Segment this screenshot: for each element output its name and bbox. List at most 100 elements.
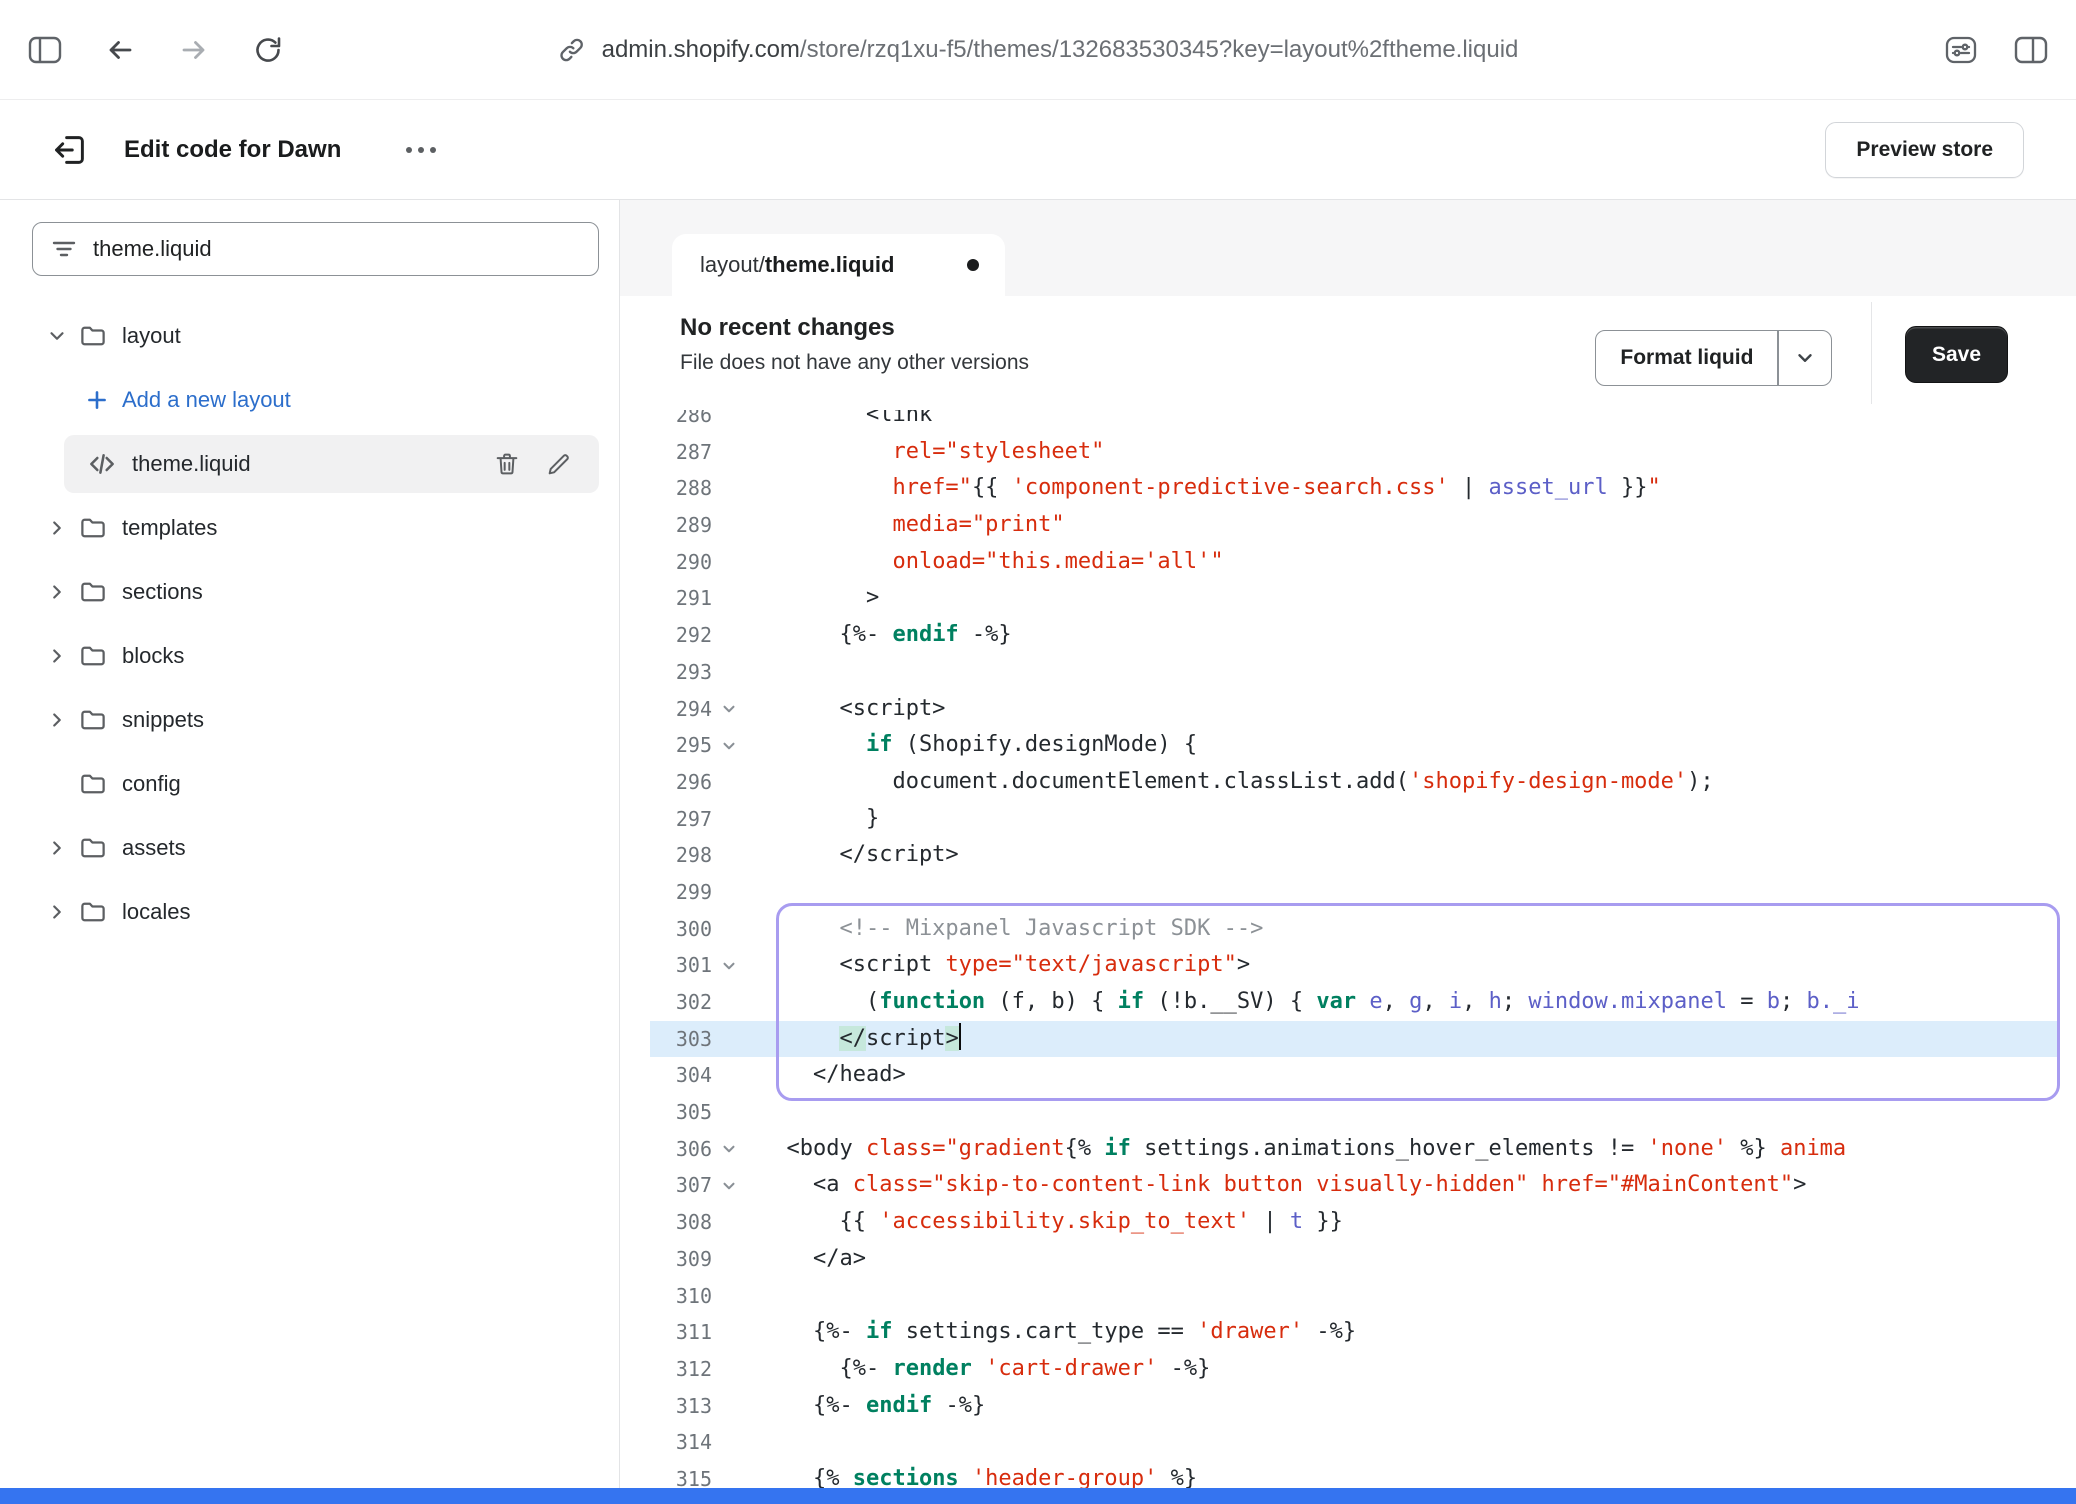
forward-icon[interactable] [178,34,210,66]
code-line[interactable]: 311 {%- if settings.cart_type == 'drawer… [620,1314,2076,1351]
code-line[interactable]: 302 (function (f, b) { if (!b.__SV) { va… [620,984,2076,1021]
fold-chevron-icon[interactable] [712,947,760,984]
fold-gutter [712,911,760,948]
fold-gutter [712,654,760,691]
code-text: <a class="skip-to-content-link button vi… [760,1167,1806,1204]
sidebar-item-layout[interactable]: layout [0,304,619,368]
edit-file-icon[interactable] [545,450,573,478]
code-line[interactable]: 310 [620,1278,2076,1315]
code-line[interactable]: 304 </head> [620,1057,2076,1094]
file-search[interactable] [32,222,599,276]
editor-main: layout/theme.liquid No recent changes Fi… [620,200,2076,1488]
code-line[interactable]: 297 } [620,801,2076,838]
preview-store-button[interactable]: Preview store [1825,122,2024,178]
file-tree: layoutAdd a new layouttheme.liquidtempla… [0,276,619,944]
fold-chevron-icon[interactable] [712,1131,760,1168]
reload-icon[interactable] [252,34,284,66]
address-bar[interactable]: admin.shopify.com/store/rzq1xu-f5/themes… [558,36,1519,64]
tab-theme-liquid[interactable]: layout/theme.liquid [672,234,1005,296]
sidebar-toggle-icon[interactable] [28,35,62,65]
folder-name: assets [122,835,186,861]
code-line[interactable]: 299 [620,874,2076,911]
chevron-right-icon[interactable] [46,581,78,603]
code-line[interactable]: 315 {% sections 'header-group' %} [620,1461,2076,1488]
link-icon[interactable] [558,36,586,64]
code-line[interactable]: 305 [620,1094,2076,1131]
fold-gutter [712,1351,760,1388]
code-line[interactable]: 292 {%- endif -%} [620,617,2076,654]
code-text: {%- endif -%} [760,1388,985,1425]
fold-gutter [712,580,760,617]
sidebar-item-snippets[interactable]: snippets [0,688,619,752]
code-line[interactable]: 298 </script> [620,837,2076,874]
format-liquid-button[interactable]: Format liquid [1595,330,1832,386]
code-line[interactable]: 287 rel="stylesheet" [620,434,2076,471]
code-lines: 286 <link287 rel="stylesheet"288 href="{… [620,410,2076,1488]
code-line[interactable]: 313 {%- endif -%} [620,1388,2076,1425]
line-number: 295 [620,727,712,764]
chevron-down-icon[interactable] [1779,347,1831,369]
unsaved-indicator-dot [967,259,979,271]
code-line[interactable]: 286 <link [620,410,2076,434]
code-text: </script> [760,1021,961,1058]
sidebar-item-locales[interactable]: locales [0,880,619,944]
code-text: {%- endif -%} [760,617,1012,654]
code-line[interactable]: 290 onload="this.media='all'" [620,544,2076,581]
fold-chevron-icon[interactable] [712,1167,760,1204]
sidebar-item-theme-liquid[interactable]: theme.liquid [64,435,599,493]
code-line[interactable]: 307 <a class="skip-to-content-link butto… [620,1167,2076,1204]
folder-icon [78,321,122,351]
code-line[interactable]: 291 > [620,580,2076,617]
sidebar-item-sections[interactable]: sections [0,560,619,624]
code-text: rel="stylesheet" [760,434,1104,471]
add-new-layout-button[interactable]: Add a new layout [0,368,619,432]
code-editor[interactable]: 286 <link287 rel="stylesheet"288 href="{… [620,410,2076,1488]
code-file-icon [86,448,118,480]
code-line[interactable]: 314 [620,1424,2076,1461]
code-line[interactable]: 294 <script> [620,691,2076,728]
code-line[interactable]: 312 {%- render 'cart-drawer' -%} [620,1351,2076,1388]
code-line[interactable]: 308 {{ 'accessibility.skip_to_text' | t … [620,1204,2076,1241]
save-button[interactable]: Save [1905,326,2008,383]
code-line[interactable]: 296 document.documentElement.classList.a… [620,764,2076,801]
back-icon[interactable] [104,34,136,66]
chevron-right-icon[interactable] [46,517,78,539]
file-sidebar: layoutAdd a new layouttheme.liquidtempla… [0,200,620,1488]
status-subtitle: File does not have any other versions [680,351,1029,375]
code-line[interactable]: 288 href="{{ 'component-predictive-searc… [620,470,2076,507]
code-line[interactable]: 289 media="print" [620,507,2076,544]
code-line[interactable]: 306 <body class="gradient{% if settings.… [620,1131,2076,1168]
chevron-down-icon[interactable] [46,325,78,347]
sidebar-item-blocks[interactable]: blocks [0,624,619,688]
code-line[interactable]: 295 if (Shopify.designMode) { [620,727,2076,764]
code-line[interactable]: 303 </script> [620,1021,2076,1058]
file-search-input[interactable] [93,236,580,262]
folder-icon [78,513,122,543]
chevron-right-icon[interactable] [46,645,78,667]
delete-file-icon[interactable] [493,450,521,478]
sidebar-item-templates[interactable]: templates [0,496,619,560]
code-line[interactable]: 301 <script type="text/javascript"> [620,947,2076,984]
code-text: </script> [760,837,959,874]
more-menu-icon[interactable] [403,145,439,155]
exit-icon[interactable] [52,132,88,168]
code-line[interactable]: 309 </a> [620,1241,2076,1278]
sidebar-item-config[interactable]: config [0,752,619,816]
line-number: 298 [620,837,712,874]
sidebar-item-assets[interactable]: assets [0,816,619,880]
folder-name: blocks [122,643,184,669]
chevron-right-icon[interactable] [46,837,78,859]
folder-name: snippets [122,707,204,733]
fold-chevron-icon[interactable] [712,727,760,764]
chevron-right-icon[interactable] [46,901,78,923]
code-line[interactable]: 293 [620,654,2076,691]
chevron-right-icon[interactable] [46,709,78,731]
browser-settings-icon[interactable] [1944,34,1978,66]
fold-chevron-icon[interactable] [712,691,760,728]
folder-name: config [122,771,181,797]
code-line[interactable]: 300 <!-- Mixpanel Javascript SDK --> [620,911,2076,948]
line-number: 293 [620,654,712,691]
fold-gutter [712,434,760,471]
split-view-icon[interactable] [2014,35,2048,65]
line-number: 308 [620,1204,712,1241]
